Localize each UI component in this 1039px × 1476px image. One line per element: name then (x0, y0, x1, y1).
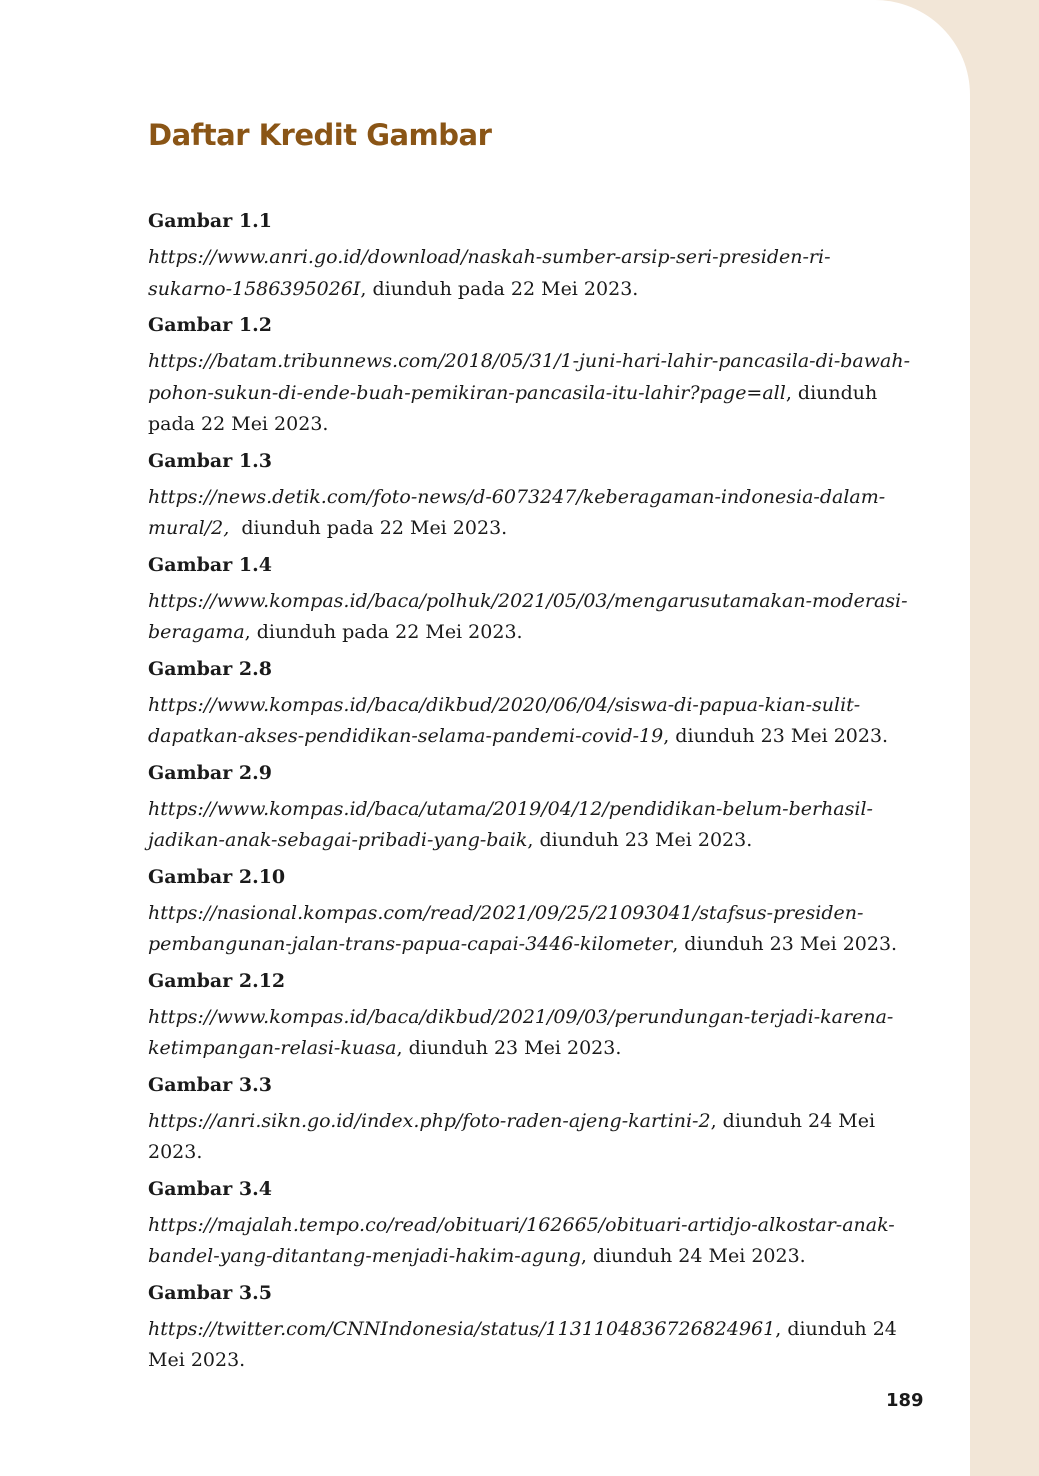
credit-note: , diunduh 24 Mei 2023. (580, 1245, 806, 1267)
credit-note: , diunduh 23 Mei 2023. (527, 829, 753, 851)
credit-entry: Gambar 1.3 https://news.detik.com/foto-n… (148, 446, 923, 545)
credit-entry: Gambar 2.8 https://www.kompas.id/baca/di… (148, 654, 923, 753)
credit-url[interactable]: https://anri.sikn.go.id/index.php/foto-r… (148, 1110, 711, 1132)
credit-url[interactable]: https://www.kompas.id/baca/dikbud/2021/0… (148, 1006, 893, 1028)
credit-body: https://twitter.com/CNNIndonesia/status/… (148, 1314, 923, 1377)
credit-heading: Gambar 2.8 (148, 657, 272, 680)
page-number: 189 (886, 1390, 924, 1411)
credit-note: , diunduh 24 (775, 1317, 897, 1340)
credit-body: https://www.kompas.id/baca/dikbud/2021/0… (148, 1002, 923, 1065)
credit-url[interactable]: ketimpangan-relasi-kuasa (148, 1037, 397, 1059)
credit-heading: Gambar 3.4 (148, 1177, 272, 1200)
credit-note: diunduh pada 22 Mei 2023. (229, 517, 508, 539)
credit-url[interactable]: https://www.kompas.id/baca/polhuk/2021/0… (148, 590, 908, 612)
credit-url[interactable]: https://www.kompas.id/baca/utama/2019/04… (148, 798, 873, 820)
credit-list: Gambar 1.1 https://www.anri.go.id/downlo… (148, 206, 923, 1382)
credit-heading: Gambar 1.3 (148, 449, 272, 472)
credit-body: https://anri.sikn.go.id/index.php/foto-r… (148, 1106, 923, 1169)
credit-note: , diunduh pada 22 Mei 2023. (244, 621, 523, 643)
credit-heading: Gambar 2.10 (148, 865, 286, 888)
credit-url[interactable]: https://www.anri.go.id/download/naskah-s… (148, 246, 831, 268)
credit-heading: Gambar 1.4 (148, 553, 272, 576)
credit-note: , diunduh (785, 381, 878, 404)
credit-note: , diunduh 23 Mei 2023. (672, 933, 898, 955)
credit-url[interactable]: https://batam.tribunnews.com/2018/05/31/… (148, 350, 910, 372)
credit-url[interactable]: sukarno-1586395026I (148, 278, 360, 300)
credit-heading: Gambar 2.9 (148, 761, 272, 784)
credit-entry: Gambar 2.9 https://www.kompas.id/baca/ut… (148, 758, 923, 857)
credit-url[interactable]: jadikan-anak-sebagai-pribadi-yang-baik (148, 829, 527, 851)
credit-body: https://www.kompas.id/baca/utama/2019/04… (148, 794, 923, 857)
credit-entry: Gambar 3.3 https://anri.sikn.go.id/index… (148, 1070, 923, 1169)
credit-body: https://majalah.tempo.co/read/obituari/1… (148, 1210, 923, 1273)
credit-note: , diunduh pada 22 Mei 2023. (360, 277, 639, 300)
credit-note: , diunduh 23 Mei 2023. (663, 725, 889, 747)
page-title: Daftar Kredit Gambar (148, 118, 492, 152)
credit-body: https://news.detik.com/foto-news/d-60732… (148, 482, 923, 545)
credit-entry: Gambar 1.4 https://www.kompas.id/baca/po… (148, 550, 923, 649)
credit-heading: Gambar 1.1 (148, 210, 272, 232)
credit-body: https://www.kompas.id/baca/polhuk/2021/0… (148, 586, 923, 649)
credit-url[interactable]: mural/2, (148, 517, 229, 539)
credit-note: , diunduh 23 Mei 2023. (396, 1037, 622, 1059)
credit-body: https://www.anri.go.id/download/naskah-s… (148, 242, 923, 305)
credit-url[interactable]: dapatkan-akses-pendidikan-selama-pandemi… (148, 725, 663, 747)
credit-url[interactable]: bandel-yang-ditantang-menjadi-hakim-agun… (148, 1245, 581, 1267)
credit-note: pada 22 Mei 2023. (148, 413, 329, 435)
credit-note: Mei 2023. (148, 1349, 246, 1371)
credit-entry: Gambar 2.12 https://www.kompas.id/baca/d… (148, 966, 923, 1065)
credit-entry: Gambar 2.10 https://nasional.kompas.com/… (148, 862, 923, 961)
credit-body: https://nasional.kompas.com/read/2021/09… (148, 898, 923, 961)
page-panel: Daftar Kredit Gambar Gambar 1.1 https://… (0, 0, 970, 1476)
credit-entry: Gambar 3.5 https://twitter.com/CNNIndone… (148, 1278, 923, 1377)
credit-heading: Gambar 1.2 (148, 314, 272, 336)
credit-url[interactable]: https://majalah.tempo.co/read/obituari/1… (148, 1214, 895, 1236)
credit-url[interactable]: https://news.detik.com/foto-news/d-60732… (148, 486, 885, 508)
credit-url[interactable]: pohon-sukun-di-ende-buah-pemikiran-panca… (148, 382, 786, 404)
credit-entry: Gambar 1.1 https://www.anri.go.id/downlo… (148, 206, 923, 305)
credit-heading: Gambar 3.3 (148, 1073, 272, 1096)
credit-body: https://batam.tribunnews.com/2018/05/31/… (148, 346, 923, 441)
credit-url[interactable]: pembangunan-jalan-trans-papua-capai-3446… (148, 933, 672, 955)
credit-entry: Gambar 1.2 https://batam.tribunnews.com/… (148, 310, 923, 441)
credit-url[interactable]: https://www.kompas.id/baca/dikbud/2020/0… (148, 694, 860, 716)
credit-entry: Gambar 3.4 https://majalah.tempo.co/read… (148, 1174, 923, 1273)
credit-heading: Gambar 3.5 (148, 1281, 272, 1304)
credit-url[interactable]: https://twitter.com/CNNIndonesia/status/… (148, 1318, 775, 1340)
credit-heading: Gambar 2.12 (148, 969, 286, 992)
credit-url[interactable]: beragama (148, 621, 245, 643)
credit-body: https://www.kompas.id/baca/dikbud/2020/0… (148, 690, 923, 753)
credit-url[interactable]: https://nasional.kompas.com/read/2021/09… (148, 902, 863, 924)
